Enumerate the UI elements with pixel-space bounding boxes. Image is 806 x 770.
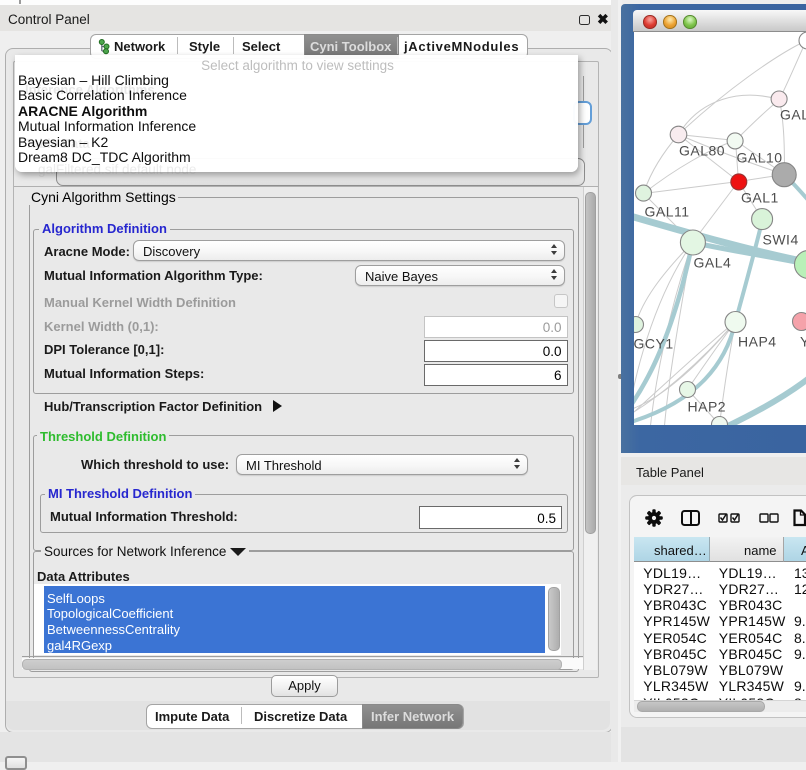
svg-text:GAL80: GAL80 xyxy=(679,142,725,158)
svg-text:HAP2: HAP2 xyxy=(687,398,726,414)
svg-text:GAL1: GAL1 xyxy=(741,189,779,205)
svg-text:GCY1: GCY1 xyxy=(634,335,674,351)
svg-text:Y: Y xyxy=(800,333,806,349)
svg-text:GAL11: GAL11 xyxy=(644,203,689,219)
svg-text:GAL10: GAL10 xyxy=(736,149,782,165)
svg-text:GAL4: GAL4 xyxy=(693,254,731,270)
svg-text:SWI4: SWI4 xyxy=(762,231,798,247)
svg-text:HAP4: HAP4 xyxy=(738,333,777,349)
svg-text:GAL: GAL xyxy=(780,106,806,122)
